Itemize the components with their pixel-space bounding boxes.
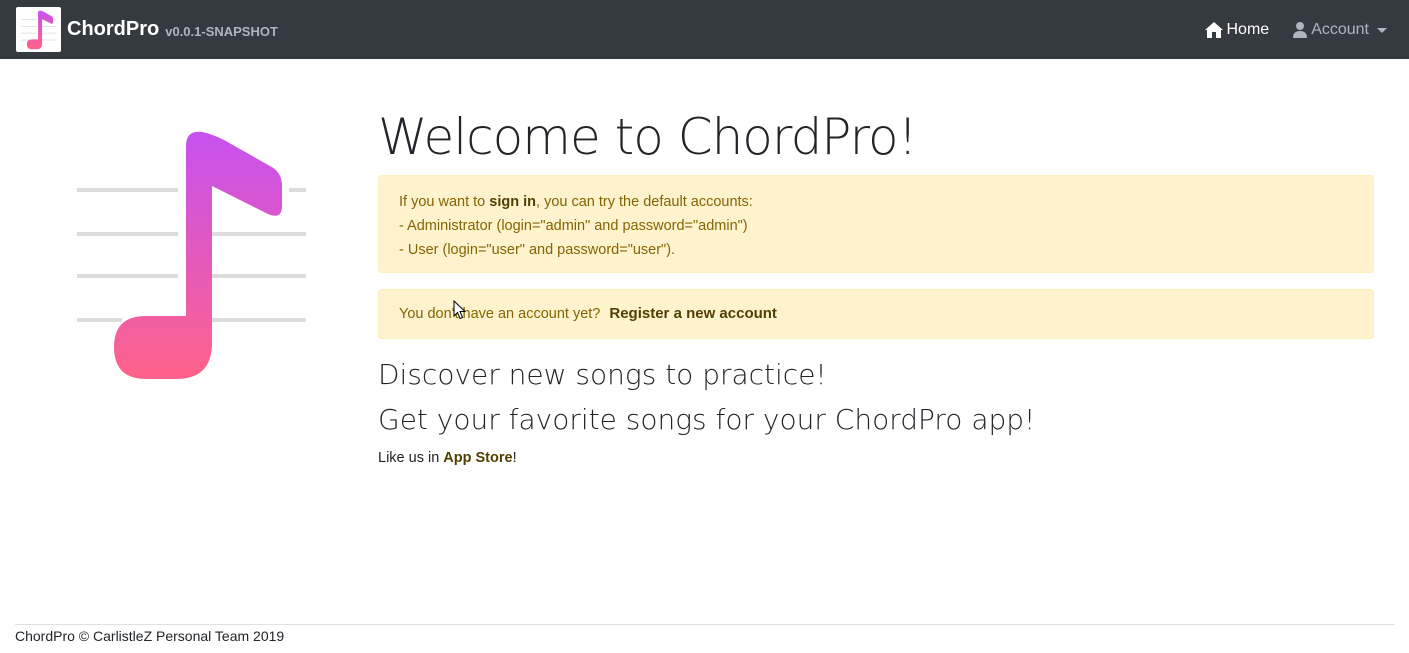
- mouse-cursor-icon: [453, 300, 467, 320]
- main-content: Welcome to ChordPro! If you want to sign…: [378, 100, 1374, 466]
- signin-alert-suffix: , you can try the default accounts:: [536, 194, 753, 210]
- signin-alert-prefix: If you want to: [399, 194, 490, 210]
- register-alert: You don't have an account yet? Register a…: [378, 289, 1374, 339]
- sign-in-link[interactable]: sign in: [489, 194, 536, 210]
- top-navbar: ChordPro v0.0.1-SNAPSHOT Home Account: [0, 0, 1409, 59]
- footer-copyright: ChordPro © CarlistleZ Personal Team 2019: [15, 628, 285, 644]
- register-alert-text: You don't have an account yet?: [399, 306, 601, 322]
- signin-alert-line1: If you want to sign in, you can try the …: [399, 190, 1353, 214]
- chordpro-hero-logo: [77, 131, 306, 379]
- signin-alert: If you want to sign in, you can try the …: [378, 175, 1374, 273]
- like-us-suffix: !: [512, 450, 517, 466]
- like-us-prefix: Like us in: [378, 450, 444, 466]
- nav-home-link[interactable]: Home: [1204, 20, 1270, 39]
- register-link[interactable]: Register a new account: [609, 305, 777, 322]
- nav-account-label: Account: [1311, 20, 1369, 38]
- brand-version: v0.0.1-SNAPSHOT: [165, 23, 278, 39]
- lead-discover: Discover new songs to practice!: [378, 358, 827, 391]
- brand-title: ChordPro: [67, 18, 160, 40]
- page-title: Welcome to ChordPro!: [378, 108, 918, 166]
- home-icon: [1204, 21, 1223, 38]
- footer-divider: [15, 624, 1395, 625]
- like-us-text: Like us in App Store!: [378, 450, 517, 466]
- chordpro-logo: [16, 7, 61, 52]
- chevron-down-icon: [1377, 27, 1387, 33]
- app-store-link[interactable]: App Store: [443, 450, 512, 466]
- signin-alert-line2: - Administrator (login="admin" and passw…: [399, 218, 748, 234]
- brand-link[interactable]: ChordPro v0.0.1-SNAPSHOT: [16, 7, 278, 52]
- navbar-menu: Home Account: [1204, 0, 1387, 59]
- nav-home-label: Home: [1226, 20, 1270, 38]
- nav-account-dropdown[interactable]: Account: [1293, 21, 1387, 39]
- lead-favorite-songs: Get your favorite songs for your ChordPr…: [378, 403, 1036, 436]
- signin-alert-line3: - User (login="user" and password="user"…: [399, 242, 676, 258]
- user-icon: [1293, 21, 1308, 38]
